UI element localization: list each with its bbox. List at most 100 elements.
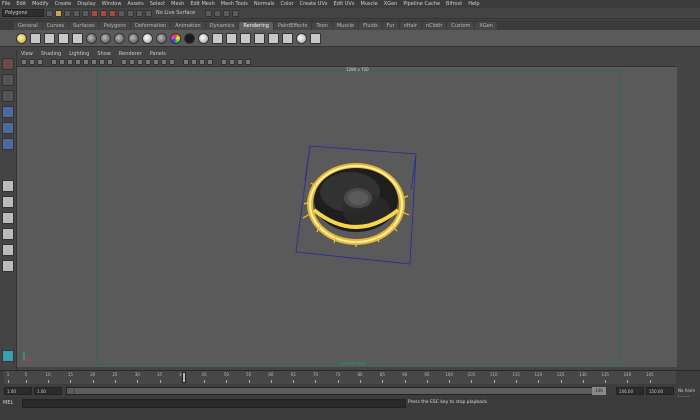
safe-action-icon[interactable] <box>99 59 105 65</box>
field-chart-icon[interactable] <box>91 59 97 65</box>
shelf-tab-xgen[interactable]: XGen <box>475 22 497 30</box>
panel-menu-lighting[interactable]: Lighting <box>69 51 89 57</box>
screen-space-ao-icon[interactable] <box>183 59 189 65</box>
material-lambert-icon[interactable] <box>86 32 97 44</box>
camera-attributes-icon[interactable] <box>29 59 35 65</box>
menu-mesh[interactable]: Mesh <box>171 1 184 7</box>
live-surface-field[interactable]: No Live Surface <box>156 10 195 16</box>
shelf-tab-painteffects[interactable]: PaintEffects <box>273 22 312 30</box>
textured-icon[interactable] <box>153 59 159 65</box>
panel-menu-panels[interactable]: Panels <box>150 51 166 57</box>
shelf-tab-nhair[interactable]: nHair <box>399 22 421 30</box>
material-blinn-icon[interactable] <box>100 32 111 44</box>
select-tool-icon[interactable] <box>2 58 14 70</box>
shelf-tab-ncloth[interactable]: nCloth <box>422 22 447 30</box>
menu-edit-mesh[interactable]: Edit Mesh <box>190 1 214 7</box>
resolution-gate-icon[interactable] <box>75 59 81 65</box>
undo-icon[interactable] <box>73 9 80 17</box>
panel-menu-view[interactable]: View <box>21 51 33 57</box>
film-gate-icon[interactable] <box>67 59 73 65</box>
batch-render-icon[interactable] <box>240 32 251 44</box>
range-slider-end-label[interactable]: 146 <box>592 387 606 395</box>
menu-modify[interactable]: Modify <box>32 1 49 7</box>
render-settings-icon[interactable] <box>223 9 231 17</box>
anim-layer-selector[interactable]: No Anim Layer <box>676 387 700 400</box>
current-time-marker[interactable] <box>182 372 186 383</box>
render-settings-shelf-icon[interactable] <box>282 32 293 44</box>
render-current-icon[interactable] <box>226 32 237 44</box>
scene-object-svg[interactable] <box>280 140 430 270</box>
shelf-tab-general[interactable]: General <box>14 22 42 30</box>
ibl-icon[interactable] <box>296 32 307 44</box>
rotate-tool-icon[interactable] <box>2 122 14 134</box>
render-view-icon[interactable] <box>212 32 223 44</box>
default-material-icon[interactable] <box>137 59 143 65</box>
shadows-icon[interactable] <box>169 59 175 65</box>
shelf-tab-custom[interactable]: Custom <box>447 22 475 30</box>
menu-file[interactable]: File <box>2 1 10 7</box>
redo-icon[interactable] <box>82 9 89 17</box>
menu-xgen[interactable]: XGen <box>384 1 398 7</box>
hypershade-layout-icon[interactable] <box>2 260 14 272</box>
area-light-icon[interactable] <box>44 32 55 44</box>
panel-menu-shading[interactable]: Shading <box>41 51 61 57</box>
timeline-track[interactable]: 1510152025303540455055606570758085909510… <box>4 371 676 384</box>
outliner-layout-icon[interactable] <box>2 228 14 240</box>
shelf-tab-animation[interactable]: Animation <box>171 22 205 30</box>
wireframe-on-shaded-icon[interactable] <box>145 59 151 65</box>
two-pane-layout-icon[interactable] <box>2 212 14 224</box>
shelf-tab-polygons[interactable]: Polygons <box>99 22 130 30</box>
material-layered-icon[interactable] <box>156 32 167 44</box>
save-scene-icon[interactable] <box>64 9 71 17</box>
menu-bifrost[interactable]: Bifrost <box>446 1 462 7</box>
snap-curve-icon[interactable] <box>127 9 134 17</box>
select-camera-icon[interactable] <box>21 59 27 65</box>
bookmarks-icon[interactable] <box>37 59 43 65</box>
use-all-lights-icon[interactable] <box>161 59 167 65</box>
graph-layout-icon[interactable] <box>2 244 14 256</box>
snap-plane-icon[interactable] <box>145 9 152 17</box>
shelf-tab-toon[interactable]: Toon <box>312 22 332 30</box>
snap-grid-icon[interactable] <box>118 9 125 17</box>
shelf-tab-curves[interactable]: Curves <box>42 22 69 30</box>
menu-display[interactable]: Display <box>77 1 95 7</box>
xray-icon[interactable] <box>229 59 235 65</box>
snap-point-icon[interactable] <box>136 9 143 17</box>
render-frame-icon[interactable] <box>205 9 213 17</box>
menu-normals[interactable]: Normals <box>254 1 275 7</box>
render-pass-icon[interactable] <box>268 32 279 44</box>
menu-assets[interactable]: Assets <box>127 1 143 7</box>
shelf-tab-rendering[interactable]: Rendering <box>239 22 273 30</box>
new-scene-icon[interactable] <box>46 9 53 17</box>
shelf-tab-deformation[interactable]: Deformation <box>131 22 171 30</box>
four-pane-layout-icon[interactable] <box>2 196 14 208</box>
gate-mask-icon[interactable] <box>83 59 89 65</box>
command-language-label[interactable]: MEL <box>3 400 13 406</box>
playback-start-field[interactable]: 1.00 <box>34 387 62 395</box>
menu-set-selector[interactable]: Polygons <box>2 9 44 17</box>
material-phong-icon[interactable] <box>114 32 125 44</box>
single-pane-layout-icon[interactable] <box>2 180 14 192</box>
panel-menu-show[interactable]: Show <box>97 51 111 57</box>
menu-color[interactable]: Color <box>281 1 294 7</box>
end-time-field[interactable]: 150.00 <box>646 387 674 395</box>
camera-icon[interactable] <box>72 32 83 44</box>
material-white-icon[interactable] <box>198 32 209 44</box>
menu-mesh-tools[interactable]: Mesh Tools <box>221 1 248 7</box>
menu-edit-uvs[interactable]: Edit UVs <box>333 1 354 7</box>
multisample-aa-icon[interactable] <box>199 59 205 65</box>
isolate-select-icon[interactable] <box>221 59 227 65</box>
open-scene-icon[interactable] <box>55 9 62 17</box>
wireframe-icon[interactable] <box>121 59 127 65</box>
render-layer-icon[interactable] <box>254 32 265 44</box>
paint-icon[interactable] <box>310 32 321 44</box>
material-ramp-icon[interactable] <box>170 32 181 44</box>
shelf-tab-fur[interactable]: Fur <box>382 22 399 30</box>
light-icon[interactable] <box>16 32 27 44</box>
xray-components-icon[interactable] <box>245 59 251 65</box>
move-tool-icon[interactable] <box>2 106 14 118</box>
shelf-tab-surfaces[interactable]: Surfaces <box>69 22 99 30</box>
menu-help[interactable]: Help <box>468 1 479 7</box>
lasso-tool-icon[interactable] <box>2 74 14 86</box>
menu-create-uvs[interactable]: Create UVs <box>300 1 328 7</box>
